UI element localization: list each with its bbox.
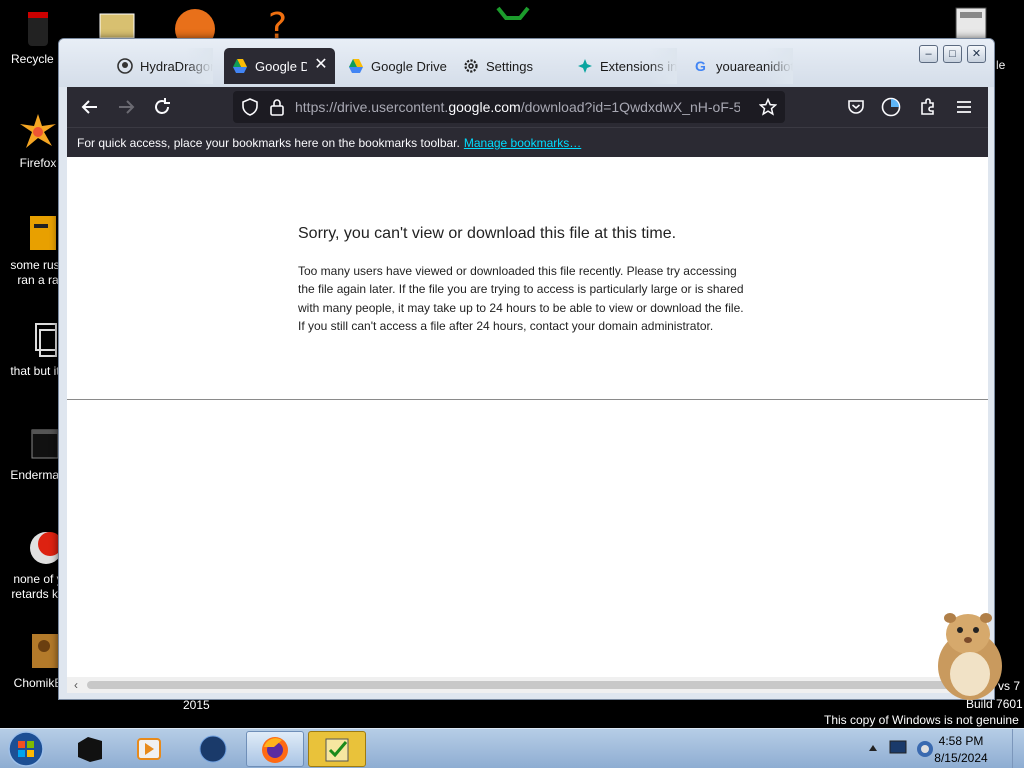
page-content: Sorry, you can't view or download this f… [67,157,988,677]
desktop-icon-label-partial: le [996,58,1006,72]
gear-icon [464,59,478,73]
hamster-icon [32,634,58,668]
black-box-icon [78,737,102,762]
lock-icon[interactable] [269,98,285,116]
red-circle-icon [30,532,58,564]
globe-icon [199,735,227,763]
hamburger-menu-icon[interactable] [954,97,974,117]
back-arrow-icon [81,100,97,114]
gadget-icon [496,6,530,20]
taskbar-app-firefox[interactable] [246,731,304,767]
reload-button[interactable] [150,95,174,119]
taskbar-app-checklist[interactable] [308,731,366,767]
forward-arrow-icon [119,100,135,114]
navigation-toolbar: https://drive.usercontent.google.com/dow… [67,87,988,127]
close-tab-icon[interactable]: ✕ [313,57,329,73]
folder-icon [99,13,135,39]
bookmark-star-icon[interactable] [759,98,777,116]
back-button[interactable] [78,95,102,119]
extensions-puzzle-icon[interactable] [918,97,938,117]
desktop: Recycle B Firefox some russ ran a ra tha… [0,0,1024,768]
start-orb-icon[interactable] [6,730,46,768]
question-mark-icon: ? [268,8,287,40]
divider [67,399,988,400]
windows-genuine-watermark: This copy of Windows is not genuine [824,713,1019,727]
desktop-year-label: 2015 [183,698,210,712]
recycle-bin-icon [28,12,48,46]
tab-settings[interactable]: Settings [455,48,563,84]
firefox-sunburst-icon [20,114,56,148]
tab-google-drive[interactable]: Google Drive [340,48,450,84]
show-hidden-icons-icon[interactable] [868,741,878,755]
reload-icon [155,98,170,114]
document-icon [30,216,56,250]
url-domain: google.com [448,99,521,115]
url-suffix: /download?id=1QwdxdwX_nH-oF-5h [520,99,740,115]
svg-text:?: ? [268,8,287,40]
taskbar-app-media-player[interactable] [124,731,176,767]
svg-text:G: G [695,58,706,74]
tab-strip: HydraDragon Google Dr ✕ Google Drive Set… [59,39,994,87]
url-text[interactable]: https://drive.usercontent.google.com/dow… [295,99,740,117]
tab-label: Google Dr [255,58,307,74]
google-icon: G [695,58,706,74]
error-title: Sorry, you can't view or download this f… [298,225,677,242]
google-drive-icon [233,59,247,73]
taskbar: 4:58 PM 8/15/2024 [0,728,1024,768]
tab-hydradragon[interactable]: HydraDragon [109,48,213,84]
window-icon [31,429,58,459]
taskbar-app-terminal[interactable] [64,731,116,767]
folder-stack-icon [35,323,57,357]
scroll-left-arrow-icon[interactable]: ‹ [69,677,83,693]
address-bar[interactable]: https://drive.usercontent.google.com/dow… [233,91,785,123]
checklist-icon [325,738,349,762]
bookmarks-toolbar: For quick access, place your bookmarks h… [67,127,988,157]
bookmarks-hint-text: For quick access, place your bookmarks h… [77,136,460,150]
close-window-button[interactable]: ✕ [967,45,986,63]
tab-extensions[interactable]: Extensions in [569,48,677,84]
system-clock[interactable]: 4:58 PM 8/15/2024 [926,733,996,767]
minimize-button[interactable]: – [919,45,938,63]
orange-circle-icon [175,9,215,40]
tab-label: Settings [486,58,533,74]
clock-time: 4:58 PM [938,734,984,748]
shield-icon[interactable] [241,98,259,116]
clock-date: 8/15/2024 [934,751,988,765]
tab-youareanidiot[interactable]: G youareanidiot [685,48,793,84]
show-desktop-button[interactable] [1012,729,1024,768]
maximize-button[interactable]: □ [943,45,962,63]
scrollbar-thumb[interactable] [87,681,957,689]
tab-google-drive-active[interactable]: Google Dr ✕ [224,48,335,84]
document-stack-icon [955,7,987,41]
url-prefix: https://drive.usercontent. [295,99,449,115]
hamster-mascot-icon[interactable] [920,604,1010,704]
firefox-account-icon[interactable] [881,97,901,117]
taskbar-app-globe[interactable] [188,731,240,767]
github-icon [117,58,133,74]
firefox-icon [262,737,288,763]
error-message: Too many users have viewed or downloaded… [298,264,744,333]
forward-button[interactable] [114,95,138,119]
pocket-icon[interactable] [847,98,865,116]
horizontal-scrollbar[interactable]: ‹ [67,677,988,693]
firefox-window: HydraDragon Google Dr ✕ Google Drive Set… [58,38,995,700]
extension-icon [578,59,592,73]
google-drive-icon [349,59,363,73]
media-player-icon [137,738,161,760]
network-tray-icon[interactable] [888,739,908,757]
manage-bookmarks-link[interactable]: Manage bookmarks… [464,136,581,150]
tab-label: Google Drive [371,58,447,74]
